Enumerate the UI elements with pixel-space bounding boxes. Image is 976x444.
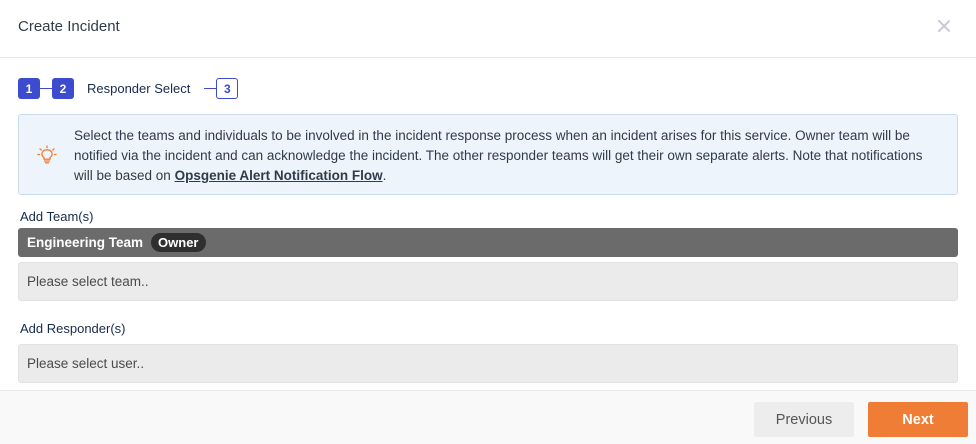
step-1[interactable]: 1 (18, 78, 40, 99)
team-select-placeholder: Please select team.. (27, 274, 149, 289)
add-teams-label: Add Team(s) (20, 209, 94, 224)
info-suffix: . (382, 168, 387, 183)
step-connector (204, 87, 217, 90)
step-2[interactable]: 2 (52, 78, 74, 99)
lightbulb-icon (37, 145, 57, 164)
info-panel: Select the teams and individuals to be i… (18, 114, 958, 195)
step-connector (40, 87, 52, 90)
next-button[interactable]: Next (868, 402, 968, 437)
step-3[interactable]: 3 (216, 78, 239, 99)
team-select[interactable]: Please select team.. (18, 262, 958, 301)
responder-select[interactable]: Please select user.. (18, 344, 958, 383)
owner-badge: Owner (151, 233, 206, 252)
previous-button[interactable]: Previous (754, 402, 854, 437)
responder-select-placeholder: Please select user.. (27, 356, 145, 371)
add-responders-label: Add Responder(s) (20, 321, 126, 336)
dialog-header: Create Incident (0, 0, 976, 58)
current-step-label: Responder Select (87, 81, 191, 96)
selected-team-name: Engineering Team (27, 235, 144, 250)
info-text: Select the teams and individuals to be i… (74, 126, 934, 186)
close-icon[interactable] (936, 18, 952, 34)
stepper: 1 2 Responder Select 3 (18, 78, 239, 99)
dialog-title: Create Incident (18, 18, 120, 35)
dialog-footer: Previous Next (0, 390, 976, 444)
notification-flow-link[interactable]: Opsgenie Alert Notification Flow (175, 168, 383, 183)
selected-team-row[interactable]: Engineering Team Owner (18, 228, 958, 257)
